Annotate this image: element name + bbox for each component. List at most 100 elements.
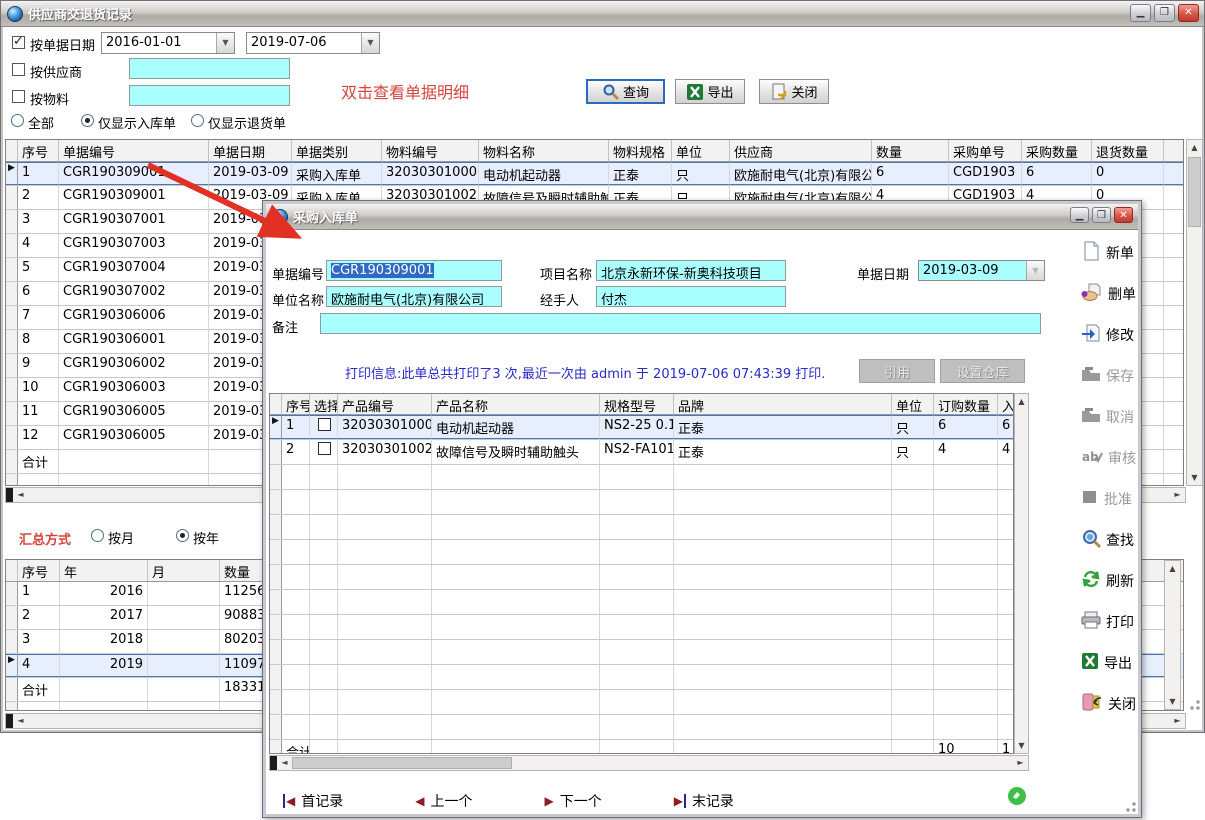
project-input[interactable]: 北京永新环保-新奥科技项目 xyxy=(596,260,786,281)
scroll-down-icon[interactable]: ▼ xyxy=(1015,738,1028,753)
scroll-up-icon[interactable]: ▲ xyxy=(1165,561,1180,576)
resize-grip[interactable] xyxy=(1123,799,1137,813)
close-button[interactable]: 关闭 xyxy=(1081,692,1136,715)
column-header[interactable]: 数量 xyxy=(872,140,949,161)
nav-next-button[interactable]: ▶下一个 xyxy=(544,791,601,811)
scroll-left-icon[interactable]: ◄ xyxy=(277,756,292,770)
scroll-right-icon[interactable]: ► xyxy=(1170,714,1185,728)
empty-row[interactable] xyxy=(270,715,1013,740)
material-filter-input[interactable] xyxy=(129,85,290,106)
supplier-filter-input[interactable] xyxy=(129,58,290,79)
delete-button[interactable]: 删单 xyxy=(1081,282,1136,305)
filter-by-supplier-checkbox[interactable] xyxy=(12,63,25,76)
scroll-down-icon[interactable]: ▼ xyxy=(1187,470,1202,485)
column-header[interactable]: 单位 xyxy=(892,394,934,414)
table-row[interactable]: 2320303010021故障信号及瞬时辅助触头NS2-FA1010正泰只44 xyxy=(270,440,1013,465)
empty-row[interactable] xyxy=(270,690,1013,715)
table-row[interactable]: ▶1320303010002电动机起动器NS2-25 0.1正泰只66 xyxy=(270,415,1013,440)
doc-date-combobox[interactable]: 2019-03-09 ▼ xyxy=(918,260,1045,281)
date-to-combobox[interactable]: 2019-07-06 ▼ xyxy=(246,32,380,54)
empty-row[interactable] xyxy=(270,590,1013,615)
column-header[interactable]: 产品编号 xyxy=(338,394,432,414)
scope-radio-0[interactable] xyxy=(11,114,24,127)
row-select-checkbox[interactable] xyxy=(318,442,331,455)
scroll-right-icon[interactable]: ► xyxy=(1170,488,1185,502)
minimize-icon[interactable]: ▁ xyxy=(1070,207,1089,223)
column-header[interactable]: 入 xyxy=(998,394,1014,414)
splitter-handle[interactable] xyxy=(270,756,277,770)
print-button[interactable]: 打印 xyxy=(1081,610,1136,633)
nav-last-button[interactable]: ▶末记录 xyxy=(674,791,734,811)
scrollbar-thumb[interactable] xyxy=(1188,157,1201,227)
column-header[interactable]: 序号 xyxy=(18,560,60,581)
maximize-icon[interactable]: ❒ xyxy=(1092,207,1111,223)
export-button[interactable]: 导出 xyxy=(675,79,745,104)
column-header[interactable]: 品牌 xyxy=(674,394,892,414)
column-header[interactable]: 供应商 xyxy=(730,140,872,161)
summary-vertical-scrollbar[interactable]: ▲ ▼ xyxy=(1164,560,1181,710)
filter-by-date-checkbox[interactable] xyxy=(12,36,25,49)
column-header[interactable]: 采购单号 xyxy=(949,140,1022,161)
empty-row[interactable] xyxy=(270,615,1013,640)
empty-row[interactable] xyxy=(270,640,1013,665)
total-row[interactable]: 合计101 xyxy=(270,740,1013,754)
maximize-icon[interactable]: ❒ xyxy=(1154,4,1175,22)
close-icon[interactable]: ✕ xyxy=(1114,207,1133,223)
scope-radio-1[interactable] xyxy=(81,114,94,127)
query-button[interactable]: 查询 xyxy=(586,79,665,104)
summary-mode-radio-1[interactable] xyxy=(176,529,189,542)
filter-by-material-checkbox[interactable] xyxy=(12,90,25,103)
empty-row[interactable] xyxy=(270,540,1013,565)
resize-grip[interactable] xyxy=(1187,697,1201,711)
chevron-down-icon[interactable]: ▼ xyxy=(361,33,379,53)
column-header[interactable]: 产品名称 xyxy=(432,394,600,414)
scrollbar-thumb[interactable] xyxy=(292,757,512,769)
column-header[interactable]: 订购数量 xyxy=(934,394,998,414)
find-button[interactable]: 查找 xyxy=(1081,528,1136,551)
column-header[interactable]: 序号 xyxy=(282,394,310,414)
refresh-button[interactable]: 刷新 xyxy=(1081,569,1136,592)
scroll-right-icon[interactable]: ► xyxy=(1013,756,1028,770)
scroll-down-icon[interactable]: ▼ xyxy=(1165,694,1180,709)
empty-row[interactable] xyxy=(270,465,1013,490)
items-horizontal-scrollbar[interactable]: ◄ ► xyxy=(269,755,1029,771)
main-window-titlebar[interactable]: 供应商交退货记录 ▁ ❒ ✕ xyxy=(1,1,1204,27)
scope-radio-2[interactable] xyxy=(191,114,204,127)
column-header[interactable]: 物料名称 xyxy=(479,140,609,161)
column-header[interactable]: 年 xyxy=(60,560,148,581)
scroll-left-icon[interactable]: ◄ xyxy=(13,488,28,502)
chevron-down-icon[interactable]: ▼ xyxy=(216,33,234,53)
handler-input[interactable]: 付杰 xyxy=(596,286,786,307)
splitter-handle[interactable] xyxy=(6,488,13,502)
empty-row[interactable] xyxy=(270,565,1013,590)
column-header[interactable]: 退货数量 xyxy=(1092,140,1164,161)
export-button[interactable]: 导出 xyxy=(1081,651,1136,674)
scroll-left-icon[interactable]: ◄ xyxy=(13,714,28,728)
scroll-up-icon[interactable]: ▲ xyxy=(1187,140,1202,155)
nav-prev-button[interactable]: ◀上一个 xyxy=(415,791,472,811)
remark-input[interactable] xyxy=(320,313,1041,334)
empty-row[interactable] xyxy=(270,665,1013,690)
close-button[interactable]: 关闭 xyxy=(759,79,829,104)
empty-row[interactable] xyxy=(270,490,1013,515)
records-vertical-scrollbar[interactable]: ▲ ▼ xyxy=(1186,139,1203,486)
supplier-name-input[interactable]: 欧施耐电气(北京)有限公司 xyxy=(326,286,502,307)
close-icon[interactable]: ✕ xyxy=(1178,4,1199,22)
column-header[interactable]: 物料规格 xyxy=(609,140,672,161)
set-warehouse-button[interactable]: 设置仓库 xyxy=(940,359,1025,383)
dialog-titlebar[interactable]: 采购入库单 ▁ ❒ ✕ xyxy=(266,204,1138,230)
scroll-up-icon[interactable]: ▲ xyxy=(1015,394,1028,409)
modify-button[interactable]: 修改 xyxy=(1081,323,1136,346)
column-header[interactable]: 单位 xyxy=(672,140,730,161)
empty-row[interactable] xyxy=(270,515,1013,540)
column-header[interactable]: 规格型号 xyxy=(600,394,674,414)
column-header[interactable]: 月 xyxy=(148,560,220,581)
date-from-combobox[interactable]: 2016-01-01 ▼ xyxy=(101,32,235,54)
column-header[interactable]: 选择 xyxy=(310,394,338,414)
nav-first-button[interactable]: ◀首记录 xyxy=(283,791,343,811)
column-header[interactable]: 采购数量 xyxy=(1022,140,1092,161)
summary-mode-radio-0[interactable] xyxy=(91,529,104,542)
doc-no-input[interactable]: CGR190309001 xyxy=(326,260,502,281)
row-select-checkbox[interactable] xyxy=(318,418,331,431)
new-button[interactable]: 新单 xyxy=(1081,241,1136,264)
